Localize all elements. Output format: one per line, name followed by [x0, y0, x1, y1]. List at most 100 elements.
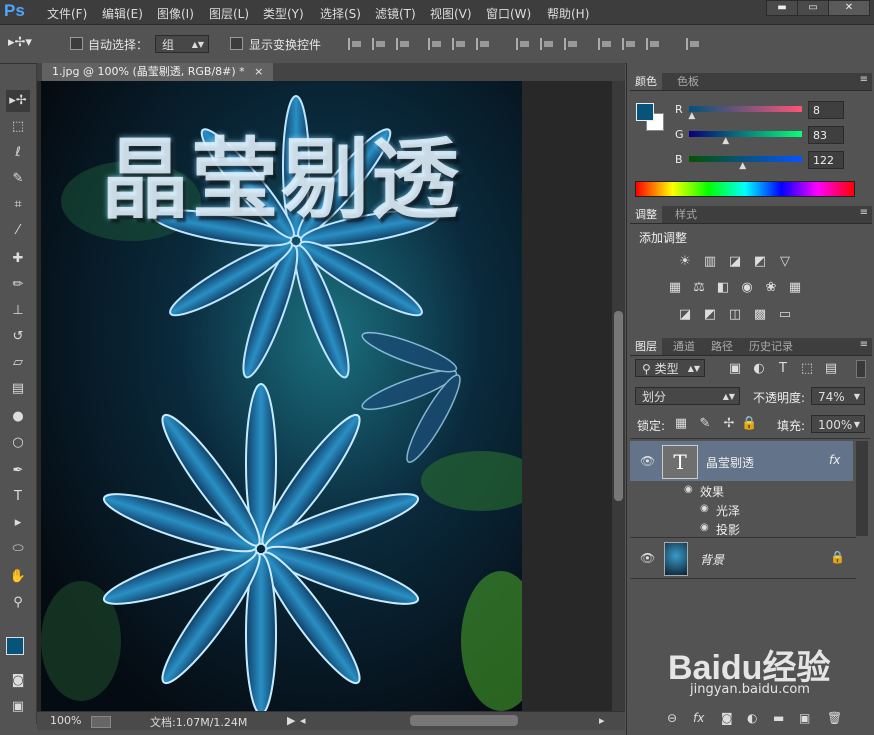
gradient-tool-icon[interactable]: ▤ — [6, 378, 30, 400]
tab-paths[interactable]: 路径 — [706, 338, 738, 355]
tab-history[interactable]: 历史记录 — [744, 338, 798, 355]
canvas-text-layer[interactable]: 晶莹剔透 — [101, 109, 461, 236]
layer-name[interactable]: 晶莹剔透 — [706, 454, 754, 471]
auto-select-checkbox[interactable] — [70, 37, 83, 50]
menu-layer[interactable]: 图层(L) — [209, 5, 249, 22]
canvas-area[interactable]: 晶莹剔透 — [37, 81, 612, 711]
color-lookup-icon[interactable]: ▦ — [787, 281, 803, 295]
color-spectrum-bar[interactable] — [635, 181, 855, 197]
minimize-button[interactable]: ▬ — [766, 0, 798, 16]
selective-color-icon[interactable]: ▩ — [752, 308, 768, 322]
panel-menu-icon[interactable]: ≡ — [860, 339, 868, 350]
menu-filter[interactable]: 滤镜(T) — [375, 5, 416, 22]
scroll-left-icon[interactable]: ◂ — [300, 714, 306, 727]
menu-view[interactable]: 视图(V) — [430, 5, 472, 22]
effect-row-satin[interactable]: ◉ 光泽 — [630, 500, 853, 519]
document-tab[interactable]: 1.jpg @ 100% (晶莹剔透, RGB/8#) * × — [42, 63, 274, 81]
gradient-map-icon[interactable]: ▭ — [777, 308, 793, 322]
delete-layer-icon[interactable]: 🗑 — [827, 711, 842, 725]
blur-tool-icon[interactable]: ● — [6, 406, 30, 428]
visibility-eye-icon[interactable]: ◉ — [700, 504, 714, 514]
history-brush-tool-icon[interactable]: ↺ — [6, 326, 30, 348]
align-vcenter-icon[interactable] — [372, 38, 388, 50]
hand-tool-icon[interactable]: ✋ — [6, 566, 30, 588]
auto-align-icon[interactable] — [686, 38, 702, 50]
close-tab-icon[interactable]: × — [254, 65, 263, 78]
channel-r-value[interactable]: 8 — [808, 101, 844, 119]
dodge-tool-icon[interactable]: ○ — [6, 432, 30, 454]
channel-b-value[interactable]: 122 — [808, 151, 844, 169]
scroll-right-icon[interactable]: ▸ — [599, 714, 605, 727]
marquee-tool-icon[interactable]: ⬚ — [6, 116, 30, 138]
close-window-button[interactable]: ✕ — [828, 0, 870, 16]
tab-swatches[interactable]: 色板 — [672, 73, 704, 90]
distribute-vcenter-icon[interactable] — [540, 38, 556, 50]
effect-row-drop-shadow[interactable]: ◉ 投影 — [630, 519, 853, 538]
vertical-scrollbar[interactable] — [612, 81, 625, 711]
lock-position-icon[interactable]: ✢ — [721, 417, 737, 431]
foreground-color-swatch[interactable] — [6, 637, 24, 655]
show-transform-checkbox[interactable] — [230, 37, 243, 50]
channel-mixer-icon[interactable]: ❀ — [763, 281, 779, 295]
opacity-field[interactable]: 74% ▼ — [811, 387, 865, 405]
screen-mode-icon[interactable]: ▣ — [6, 696, 30, 718]
eraser-tool-icon[interactable]: ▱ — [6, 352, 30, 374]
align-top-icon[interactable] — [348, 38, 364, 50]
threshold-icon[interactable]: ◫ — [727, 308, 743, 322]
fx-icon[interactable]: fx — [829, 453, 840, 467]
channel-r-knob[interactable]: ▲ — [688, 111, 695, 121]
new-adjustment-icon[interactable]: ◐ — [747, 711, 757, 725]
brush-tool-icon[interactable]: ✏ — [6, 274, 30, 296]
channel-b-knob[interactable]: ▲ — [739, 161, 746, 171]
new-layer-icon[interactable]: ▣ — [799, 711, 810, 725]
horizontal-scroll-thumb[interactable] — [410, 715, 518, 726]
photo-filter-icon[interactable]: ◉ — [739, 281, 755, 295]
distribute-bottom-icon[interactable] — [564, 38, 580, 50]
link-layers-icon[interactable]: ⊖ — [667, 711, 677, 725]
visibility-eye-icon[interactable]: ◉ — [684, 485, 698, 495]
blend-mode-dropdown[interactable]: 划分 ▲▼ — [635, 387, 740, 405]
menu-file[interactable]: 文件(F) — [47, 5, 87, 22]
channel-g-value[interactable]: 83 — [808, 126, 844, 144]
menu-edit[interactable]: 编辑(E) — [102, 5, 143, 22]
type-tool-icon[interactable]: T — [6, 486, 30, 508]
status-menu-arrow-icon[interactable]: ▶ — [287, 714, 295, 727]
distribute-top-icon[interactable] — [516, 38, 532, 50]
distribute-left-icon[interactable] — [598, 38, 614, 50]
distribute-hcenter-icon[interactable] — [622, 38, 638, 50]
lock-all-icon[interactable]: 🔒 — [741, 417, 757, 431]
tab-adjustments[interactable]: 调整 — [630, 206, 662, 223]
visibility-eye-icon[interactable]: ◉ — [700, 523, 714, 533]
move-tool-icon[interactable]: ▸✢▾ — [8, 35, 32, 50]
distribute-right-icon[interactable] — [646, 38, 662, 50]
tab-channels[interactable]: 通道 — [668, 338, 700, 355]
exposure-icon[interactable]: ◩ — [752, 255, 768, 269]
path-select-tool-icon[interactable]: ▸ — [6, 512, 30, 534]
visibility-eye-icon[interactable]: 👁 — [640, 552, 655, 564]
align-left-icon[interactable] — [428, 38, 444, 50]
menu-help[interactable]: 帮助(H) — [547, 5, 589, 22]
layer-row-text[interactable]: 👁 T 晶莹剔透 fx — [630, 441, 853, 481]
filter-shape-icon[interactable]: ⬚ — [799, 362, 815, 376]
panel-menu-icon[interactable]: ≡ — [860, 207, 868, 218]
invert-icon[interactable]: ◪ — [677, 308, 693, 322]
hue-saturation-icon[interactable]: ▦ — [667, 281, 683, 295]
eyedropper-tool-icon[interactable]: ⁄ — [6, 220, 30, 242]
new-group-icon[interactable]: ▬ — [773, 711, 784, 725]
curves-icon[interactable]: ◪ — [727, 255, 743, 269]
layers-scrollbar[interactable] — [856, 441, 868, 536]
channel-g-knob[interactable]: ▲ — [722, 136, 729, 146]
align-hcenter-icon[interactable] — [452, 38, 468, 50]
filter-smart-object-icon[interactable]: ▤ — [823, 362, 839, 376]
add-mask-icon[interactable]: ◙ — [721, 711, 733, 725]
channel-g-slider[interactable] — [689, 131, 802, 137]
move-tool-icon[interactable]: ▸✢ — [6, 90, 30, 112]
lock-transparent-icon[interactable]: ▦ — [673, 417, 689, 431]
pen-tool-icon[interactable]: ✒ — [6, 460, 30, 482]
document-canvas-image[interactable]: 晶莹剔透 — [41, 81, 522, 711]
vertical-scroll-thumb[interactable] — [614, 311, 623, 501]
layer-row-background[interactable]: 👁 背景 🔒 — [630, 538, 853, 578]
lock-brush-icon[interactable]: ✎ — [697, 417, 713, 431]
color-balance-icon[interactable]: ⚖ — [691, 281, 707, 295]
menu-image[interactable]: 图像(I) — [157, 5, 194, 22]
